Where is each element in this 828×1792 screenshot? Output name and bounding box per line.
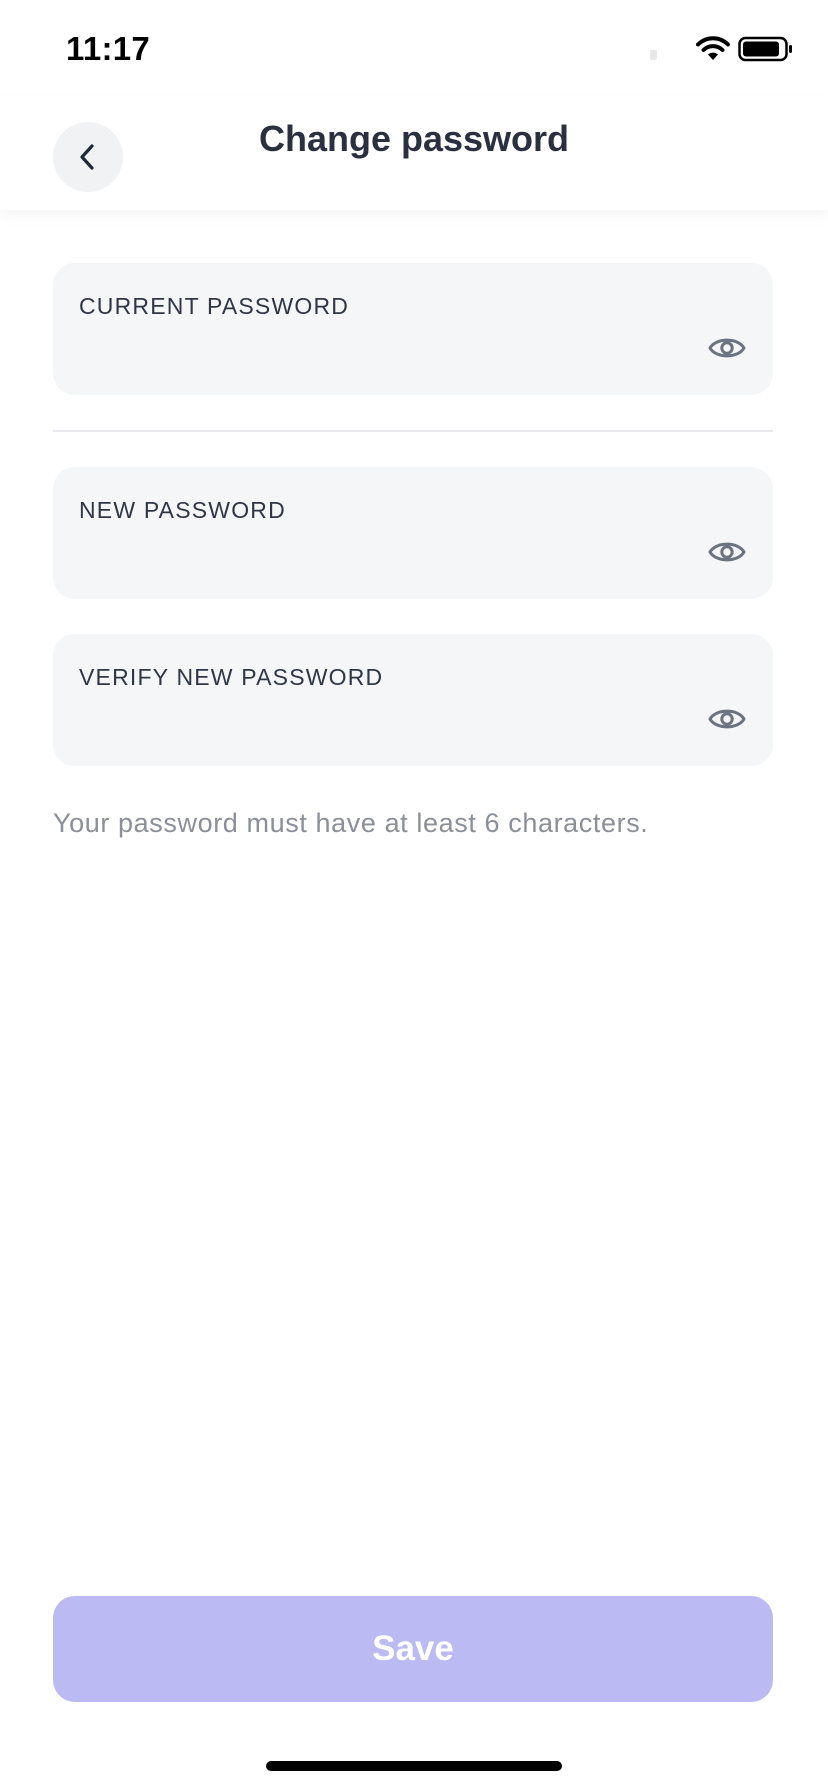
new-password-field[interactable]: NEW PASSWORD — [53, 467, 773, 599]
save-button[interactable]: Save — [53, 1596, 773, 1702]
home-indicator — [266, 1761, 562, 1771]
status-time: 11:17 — [66, 30, 151, 67]
eye-icon — [708, 338, 746, 358]
toggle-new-password-visibility[interactable] — [707, 535, 747, 569]
status-indicator-dot — [650, 50, 657, 60]
eye-icon — [708, 542, 746, 562]
current-password-input[interactable] — [79, 333, 679, 377]
verify-new-password-label: VERIFY NEW PASSWORD — [79, 664, 384, 690]
current-password-label: CURRENT PASSWORD — [79, 293, 350, 319]
change-password-screen: 11:17 Change password CURRENT PASSWORD N… — [0, 0, 828, 1792]
password-requirement-hint: Your password must have at least 6 chara… — [53, 808, 649, 838]
toggle-current-password-visibility[interactable] — [707, 331, 747, 365]
wifi-icon — [696, 36, 730, 60]
current-password-field[interactable]: CURRENT PASSWORD — [53, 263, 773, 395]
divider — [53, 430, 773, 432]
new-password-label: NEW PASSWORD — [79, 497, 286, 523]
toggle-verify-password-visibility[interactable] — [707, 702, 747, 736]
header: Change password — [0, 96, 828, 210]
page-title: Change password — [258, 118, 570, 159]
verify-new-password-field[interactable]: VERIFY NEW PASSWORD — [53, 634, 773, 766]
eye-icon — [708, 709, 746, 729]
status-bar: 11:17 — [0, 0, 828, 96]
new-password-input[interactable] — [79, 537, 679, 581]
verify-new-password-input[interactable] — [79, 704, 679, 748]
battery-icon — [738, 36, 792, 62]
